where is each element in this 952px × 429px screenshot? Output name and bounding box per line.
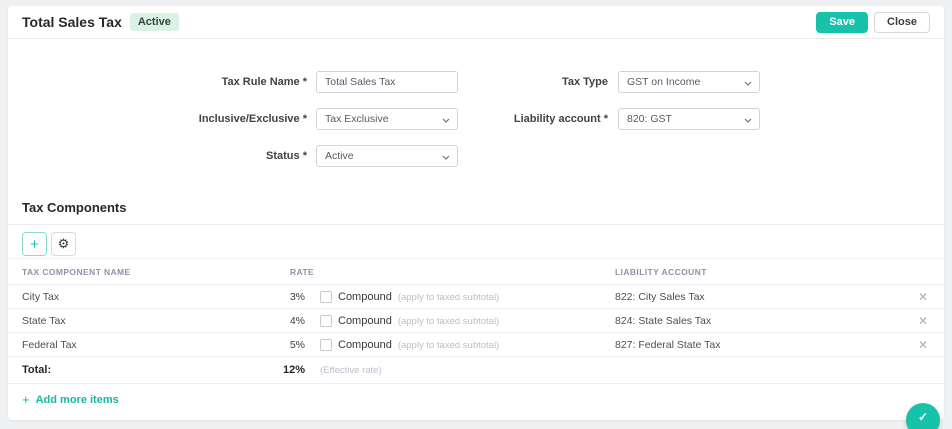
inclusive-exclusive-label: Inclusive/Exclusive * bbox=[8, 108, 307, 130]
liability-account-select[interactable]: 820: GST bbox=[618, 108, 760, 130]
table-row: Federal Tax 5% Compound (apply to taxed … bbox=[8, 333, 944, 357]
compound-checkbox[interactable] bbox=[320, 315, 332, 327]
status-value: Active bbox=[325, 150, 354, 162]
confirm-fab-button[interactable]: ✓ bbox=[906, 403, 940, 429]
total-row: Total: 12% (Effective rate) bbox=[8, 357, 944, 384]
remove-row-icon[interactable]: ✕ bbox=[914, 333, 932, 357]
col-header-name: TAX COMPONENT NAME bbox=[22, 267, 131, 277]
compound-hint: (apply to taxed subtotal) bbox=[398, 316, 499, 327]
component-liability: 824: State Sales Tax bbox=[615, 309, 711, 333]
table-row: City Tax 3% Compound (apply to taxed sub… bbox=[8, 285, 944, 309]
header-actions: Save Close bbox=[816, 12, 930, 33]
remove-row-icon[interactable]: ✕ bbox=[914, 285, 932, 309]
compound-cell: Compound (apply to taxed subtotal) bbox=[320, 285, 499, 309]
component-name: City Tax bbox=[22, 285, 59, 309]
plus-icon: + bbox=[22, 392, 30, 407]
effective-rate-note: (Effective rate) bbox=[320, 357, 382, 384]
component-liability: 827: Federal State Tax bbox=[615, 333, 720, 357]
status-label: Status * bbox=[8, 145, 307, 167]
compound-cell: Compound (apply to taxed subtotal) bbox=[320, 309, 499, 333]
tax-components-heading: Tax Components bbox=[22, 200, 127, 215]
component-rate: 5% bbox=[238, 333, 305, 357]
card-header: Total Sales Tax Active Save Close bbox=[8, 6, 944, 39]
compound-hint: (apply to taxed subtotal) bbox=[398, 292, 499, 303]
save-button[interactable]: Save bbox=[816, 12, 868, 33]
compound-checkbox[interactable] bbox=[320, 339, 332, 351]
liability-account-label: Liability account * bbox=[308, 108, 608, 130]
settings-button[interactable]: ⚙ bbox=[51, 232, 76, 256]
compound-hint: (apply to taxed subtotal) bbox=[398, 340, 499, 351]
gear-icon: ⚙ bbox=[58, 236, 70, 252]
component-name: Federal Tax bbox=[22, 333, 77, 357]
compound-label: Compound bbox=[338, 339, 392, 351]
chevron-down-icon bbox=[744, 118, 752, 123]
chevron-down-icon bbox=[442, 155, 450, 160]
close-button[interactable]: Close bbox=[874, 12, 930, 33]
add-more-items-link[interactable]: + Add more items bbox=[22, 392, 119, 407]
tax-rule-card: Total Sales Tax Active Save Close Tax Ru… bbox=[8, 6, 944, 420]
liability-account-value: 820: GST bbox=[627, 113, 672, 125]
plus-icon: + bbox=[30, 236, 39, 253]
total-label: Total: bbox=[22, 357, 51, 384]
col-header-rate: RATE bbox=[290, 267, 314, 277]
tax-rule-name-label: Tax Rule Name * bbox=[8, 71, 307, 93]
compound-label: Compound bbox=[338, 315, 392, 327]
component-liability: 822: City Sales Tax bbox=[615, 285, 705, 309]
check-icon: ✓ bbox=[918, 410, 928, 424]
component-rate: 3% bbox=[238, 285, 305, 309]
remove-row-icon[interactable]: ✕ bbox=[914, 309, 932, 333]
tax-type-label: Tax Type bbox=[308, 71, 608, 93]
chevron-down-icon bbox=[744, 81, 752, 86]
compound-cell: Compound (apply to taxed subtotal) bbox=[320, 333, 499, 357]
tax-type-select[interactable]: GST on Income bbox=[618, 71, 760, 93]
tax-type-value: GST on Income bbox=[627, 76, 700, 88]
table-row: State Tax 4% Compound (apply to taxed su… bbox=[8, 309, 944, 333]
add-more-items-label: Add more items bbox=[36, 394, 119, 406]
status-badge: Active bbox=[130, 13, 179, 31]
add-component-button[interactable]: + bbox=[22, 232, 47, 256]
status-select[interactable]: Active bbox=[316, 145, 458, 167]
col-header-liability: LIABILITY ACCOUNT bbox=[615, 267, 707, 277]
compound-label: Compound bbox=[338, 291, 392, 303]
table-header: TAX COMPONENT NAME RATE LIABILITY ACCOUN… bbox=[8, 258, 944, 285]
compound-checkbox[interactable] bbox=[320, 291, 332, 303]
divider bbox=[8, 224, 944, 225]
page-title: Total Sales Tax bbox=[22, 14, 122, 30]
component-rate: 4% bbox=[238, 309, 305, 333]
total-rate: 12% bbox=[238, 357, 305, 384]
component-name: State Tax bbox=[22, 309, 66, 333]
